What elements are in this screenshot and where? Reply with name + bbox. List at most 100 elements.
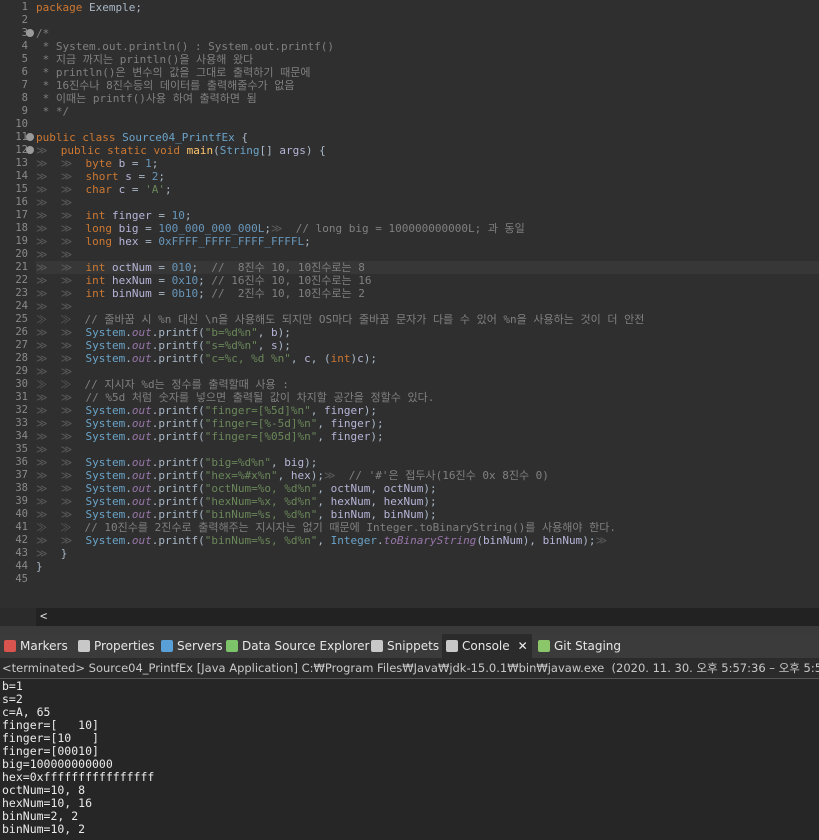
fold-toggle-icon[interactable] (26, 133, 34, 141)
tab-label: Properties (94, 639, 155, 653)
tab-console[interactable]: Console ✕ (442, 634, 532, 658)
code-line[interactable]: ≫ ≫ System.out.printf("octNum=%o, %d%n",… (36, 482, 819, 495)
code-token: ; (191, 261, 212, 274)
code-line[interactable]: public class Source04_PrintfEx { (36, 131, 819, 144)
code-line[interactable]: ≫ ≫ int binNum = 0b10; // 2진수 10, 10진수로는… (36, 287, 819, 300)
code-area[interactable]: package Exemple; /* * System.out.println(… (36, 0, 819, 608)
tab-snippets[interactable]: Snippets (367, 634, 443, 658)
code-line[interactable]: ≫ ≫ byte b = 1; (36, 157, 819, 170)
line-number: 22 (15, 274, 28, 286)
code-token: "hexNum=%x, %d%n" (204, 495, 318, 508)
scroll-left-icon[interactable]: < (40, 609, 47, 623)
code-editor[interactable]: 1 2 3 4 5 6 7 8 9 10 11 12 13 14 15 16 17 18 19 20 21 22 23 24 2… (0, 0, 819, 608)
code-token: 0b10 (171, 287, 199, 300)
code-line[interactable]: ≫ ≫ // 지시자 %d는 정수를 출력할때 사용 : (36, 378, 819, 391)
code-line[interactable]: ≫ ≫ char c = 'A'; (36, 183, 819, 196)
code-line[interactable]: * System.out.println() : System.out.prin… (36, 40, 819, 53)
code-token: printf( (158, 417, 205, 430)
code-line[interactable]: ≫ ≫ (36, 248, 819, 261)
code-line[interactable]: ≫ ≫ (36, 300, 819, 313)
code-line[interactable]: ≫ ≫ // %5d 처럼 숫자를 넣으면 출력될 값이 차지할 공간을 정할수… (36, 391, 819, 404)
tab-label: Git Staging (554, 639, 622, 653)
code-line[interactable]: ≫ ≫ System.out.printf("big=%d%n", big); (36, 456, 819, 469)
code-line[interactable]: ≫ ≫ System.out.printf("finger=[%05d]%n",… (36, 430, 819, 443)
code-line[interactable]: ≫ ≫ int octNum = 010; // 8진수 10, 10진수로는 … (36, 261, 819, 274)
code-line[interactable]: ≫ ≫ System.out.printf("binNum=%s, %d%n",… (36, 508, 819, 521)
fold-toggle-icon[interactable] (26, 146, 34, 154)
code-line[interactable]: ≫ ≫ System.out.printf("finger=[%-5d]%n",… (36, 417, 819, 430)
line-number: 8 (21, 92, 28, 104)
close-icon[interactable]: ✕ (518, 639, 528, 653)
code-token: = (131, 170, 152, 183)
code-line[interactable]: ≫ ≫ int finger = 10; (36, 209, 819, 222)
code-line[interactable]: * 이때는 printf()사용 하여 출력하면 됨 (36, 92, 819, 105)
code-token: ; (184, 209, 192, 222)
code-line[interactable]: ≫ ≫ System.out.printf("binNum=%s, %d%n",… (36, 534, 819, 547)
code-line[interactable]: /* (36, 27, 819, 40)
tab-properties[interactable]: Properties (74, 634, 159, 658)
code-token: b (271, 326, 278, 339)
code-line[interactable] (36, 573, 819, 586)
code-token: 010 (171, 261, 192, 274)
code-token: ); (370, 417, 384, 430)
tab-markers[interactable]: Markers (0, 634, 72, 658)
tab-servers[interactable]: Servers (157, 634, 227, 658)
code-line[interactable]: ≫ ≫ long hex = 0xFFFF_FFFF_FFFF_FFFFL; (36, 235, 819, 248)
code-line[interactable]: ≫ ≫ System.out.printf("s=%d%n", s); (36, 339, 819, 352)
code-token: 0xFFFF_FFFF_FFFF_FFFFL (158, 235, 305, 248)
code-line[interactable] (36, 118, 819, 131)
code-token: ); (423, 495, 437, 508)
tab-git-staging[interactable]: Git Staging (534, 634, 625, 658)
code-line[interactable]: ≫ ≫ System.out.printf("finger=[%5d]%n", … (36, 404, 819, 417)
code-token: . (125, 352, 132, 365)
code-token: out (131, 430, 152, 443)
code-line[interactable]: * println()은 변수의 값을 그대로 출력하기 때문에 (36, 66, 819, 79)
code-token: ( (213, 144, 220, 157)
code-line[interactable]: ≫ ≫ int hexNum = 0x10; // 16진수 10, 10진수로… (36, 274, 819, 287)
line-number: 33 (15, 417, 28, 429)
code-line[interactable]: * 16진수나 8진수등의 데이터를 출력해줄수가 없음 (36, 79, 819, 92)
code-line[interactable]: ≫ ≫ (36, 365, 819, 378)
code-token: * 이때는 printf()사용 하여 출력하면 됨 (36, 92, 257, 105)
code-line[interactable]: ≫ ≫ System.out.printf("b=%d%n", b); (36, 326, 819, 339)
fold-toggle-icon[interactable] (26, 29, 34, 37)
code-token: main (186, 144, 214, 157)
code-line[interactable]: ≫ ≫ // 10진수를 2진수로 출력해주는 지시자는 없기 때문에 Inte… (36, 521, 819, 534)
code-line[interactable]: ≫ ≫ (36, 443, 819, 456)
snippets-icon (371, 640, 383, 652)
code-line[interactable]: ≫ ≫ System.out.printf("hexNum=%x, %d%n",… (36, 495, 819, 508)
code-line[interactable]: * */ (36, 105, 819, 118)
panel-divider[interactable] (0, 626, 819, 634)
code-line[interactable]: ≫ ≫ (36, 196, 819, 209)
code-line[interactable]: ≫ ≫ long big = 100_000_000_000L;≫ // lon… (36, 222, 819, 235)
properties-icon (78, 640, 90, 652)
code-line[interactable]: package Exemple; (36, 1, 819, 14)
tab-data-source-explorer[interactable]: Data Source Explorer (222, 634, 373, 658)
code-line[interactable]: ≫ ≫ System.out.printf("hex=%#x%n", hex);… (36, 469, 819, 482)
code-line[interactable]: ≫ public static void main(String[] args)… (36, 144, 819, 157)
code-token: "octNum=%o, %d%n" (204, 482, 318, 495)
code-token: System (85, 456, 126, 469)
code-token: big (118, 222, 139, 235)
code-token: ); (363, 404, 377, 417)
horizontal-scrollbar[interactable]: < (36, 608, 819, 626)
code-token: ); (277, 326, 291, 339)
code-token: package (36, 1, 83, 14)
line-number: 11 (15, 131, 28, 143)
code-line[interactable] (36, 14, 819, 27)
line-number: 40 (15, 508, 28, 520)
console-output[interactable]: b=1 s=2 c=A, 65 finger=[ 10] finger=[10 ] fin… (0, 679, 819, 840)
code-line[interactable]: ≫ ≫ System.out.printf("c=%c, %d %n", c, … (36, 352, 819, 365)
code-line[interactable]: } (36, 560, 819, 573)
code-token: ); (363, 352, 377, 365)
code-line[interactable]: * 지금 까지는 println()을 사용해 왔다 (36, 53, 819, 66)
code-token: * System.out.println() : System.out.prin… (36, 40, 335, 53)
code-token: , (317, 534, 331, 547)
code-token: ; (198, 274, 212, 287)
line-number: 4 (21, 40, 28, 52)
code-line[interactable]: ≫ ≫ short s = 2; (36, 170, 819, 183)
code-token: ≫ ≫ (36, 417, 86, 430)
code-line[interactable]: ≫ } (36, 547, 819, 560)
code-line[interactable]: ≫ ≫ // 줄바꿈 시 %n 대신 \n을 사용해도 되지만 OS마다 줄바꿈… (36, 313, 819, 326)
